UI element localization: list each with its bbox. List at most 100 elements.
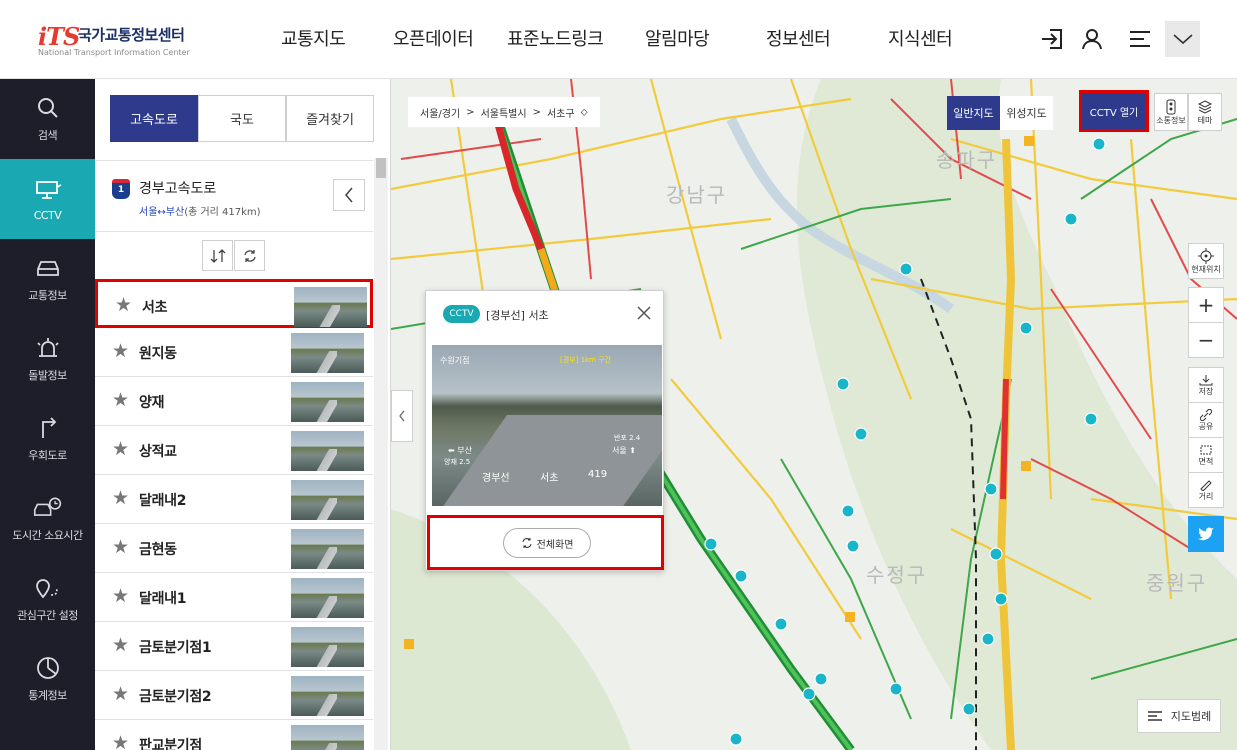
nav-item-cctv[interactable]: CCTV [0, 159, 95, 239]
save-button[interactable]: 저장 [1188, 367, 1224, 403]
tab-national-road[interactable]: 국도 [198, 95, 286, 142]
save-label: 저장 [1198, 386, 1214, 396]
map-type-toggle: 일반지도 위성지도 [947, 96, 1053, 130]
car-icon [33, 255, 63, 281]
star-icon[interactable]: ★ [112, 341, 129, 361]
cctv-popup: CCTV [경부선] 서초 수원기점 [경부] 1km 구간 ⬅ 부산 양재 2… [425, 290, 664, 571]
gnb-item-node-link[interactable]: 표준노드링크 [507, 25, 604, 51]
refresh-button[interactable] [234, 240, 265, 271]
nav-item-detour[interactable]: 우회도로 [0, 399, 95, 479]
cctv-open-button[interactable]: CCTV 열기 [1079, 90, 1149, 132]
star-icon[interactable]: ★ [112, 733, 129, 750]
list-item[interactable]: ★ 금현동 [95, 524, 373, 573]
chevron-left-icon [399, 410, 405, 422]
current-location-button[interactable]: 현재위치 [1188, 243, 1224, 279]
cctv-thumbnail [294, 287, 367, 327]
header: iTS 국가교통정보센터 National Transport Informat… [0, 0, 1237, 79]
video-osd: 반포 2.4 [614, 434, 641, 442]
distance-label: 거리 [1198, 491, 1214, 501]
star-icon[interactable]: ★ [115, 295, 132, 315]
nav-label: 통계정보 [28, 689, 67, 702]
tab-expressway[interactable]: 고속도로 [110, 95, 198, 142]
chevron-down-icon[interactable] [1165, 21, 1200, 57]
road-distance: (총 거리 417km) [184, 207, 261, 218]
nav-item-statistics[interactable]: 통계정보 [0, 639, 95, 719]
breadcrumb-item[interactable]: 서울특별시 [481, 105, 527, 120]
list-item[interactable]: ★ 달래내2 [95, 475, 373, 524]
theme-label: 테마 [1197, 115, 1213, 125]
nav-item-interest-route[interactable]: 관심구간 설정 [0, 559, 95, 639]
search-icon [33, 95, 63, 121]
gnb-item-notice[interactable]: 알림마당 [645, 25, 710, 51]
nav-label: 돌발정보 [28, 369, 67, 382]
fullscreen-button[interactable]: 전체화면 [503, 528, 591, 558]
star-icon[interactable]: ★ [112, 390, 129, 410]
list-item[interactable]: ★ 달래내1 [95, 573, 373, 622]
cctv-video[interactable]: 수원기점 [경부] 1km 구간 ⬅ 부산 양재 2.5 반포 2.4 서울 ⬆… [432, 345, 662, 506]
cctv-thumbnail [291, 627, 364, 667]
cctv-icon [33, 177, 63, 203]
gnb-item-traffic-map[interactable]: 교통지도 [281, 25, 346, 51]
nav-item-search[interactable]: 검색 [0, 79, 95, 159]
left-nav: 검색 CCTV 교통정보 돌발정보 우회도로 도시간 소요시간 관심구간 설정 … [0, 79, 95, 750]
cctv-name: 달래내1 [139, 591, 187, 607]
back-button[interactable] [333, 179, 365, 211]
nav-item-travel-time[interactable]: 도시간 소요시간 [0, 479, 95, 559]
share-label: 공유 [1198, 421, 1214, 431]
district-label: 송파구 [936, 148, 998, 172]
list-item[interactable]: ★ 금토분기점1 [95, 622, 373, 671]
nav-item-incident[interactable]: 돌발정보 [0, 319, 95, 399]
list-item[interactable]: ★ 서초 [95, 279, 373, 328]
nav-label: 교통정보 [28, 289, 67, 302]
link-icon [1199, 408, 1213, 421]
theme-button[interactable]: 테마 [1188, 93, 1222, 131]
selected-road: 1 경부고속도로 서울↔부산(총 거리 417km) [95, 160, 373, 232]
star-icon[interactable]: ★ [112, 488, 129, 508]
star-icon[interactable]: ★ [112, 537, 129, 557]
breadcrumb-item[interactable]: 서울/경기 [420, 105, 460, 120]
menu-icon[interactable] [1123, 22, 1157, 56]
list-scrollbar[interactable] [374, 158, 388, 750]
distance-button[interactable]: 거리 [1188, 472, 1224, 508]
star-icon[interactable]: ★ [112, 439, 129, 459]
panel-collapse-button[interactable] [391, 390, 413, 442]
user-icon[interactable] [1075, 22, 1109, 56]
fullscreen-label: 전체화면 [536, 539, 574, 551]
breadcrumb: 서울/경기 > 서울특별시 > 서초구 ⬦ [408, 97, 600, 127]
caret-icon[interactable]: ⬦ [581, 107, 588, 118]
logo[interactable]: iTS 국가교통정보센터 National Transport Informat… [38, 22, 208, 58]
scrollbar-thumb[interactable] [376, 158, 386, 178]
reverse-direction-button[interactable] [202, 240, 233, 271]
map-type-satellite[interactable]: 위성지도 [1000, 96, 1053, 130]
list-icon [1147, 711, 1162, 721]
list-item[interactable]: ★ 판교분기점 [95, 720, 373, 750]
share-button[interactable]: 공유 [1188, 402, 1224, 438]
car-clock-icon [33, 495, 63, 521]
list-item[interactable]: ★ 양재 [95, 377, 373, 426]
zoom-out-button[interactable]: − [1188, 322, 1224, 358]
area-button[interactable]: 면적 [1188, 437, 1224, 473]
map-type-normal[interactable]: 일반지도 [947, 96, 1000, 130]
nav-item-traffic[interactable]: 교통정보 [0, 239, 95, 319]
breadcrumb-item[interactable]: 서초구 [547, 105, 575, 120]
gnb-item-open-data[interactable]: 오픈데이터 [393, 25, 474, 51]
login-icon[interactable] [1035, 22, 1069, 56]
zoom-in-button[interactable]: + [1188, 287, 1224, 323]
list-item[interactable]: ★ 원지동 [95, 328, 373, 377]
cctv-name: 판교분기점 [139, 738, 202, 750]
twitter-share-button[interactable] [1188, 516, 1224, 552]
star-icon[interactable]: ★ [112, 684, 129, 704]
close-icon[interactable] [634, 303, 654, 323]
tab-favorites[interactable]: 즐겨찾기 [286, 95, 374, 142]
map-legend-button[interactable]: 지도범례 [1137, 699, 1221, 733]
road-tabs: 고속도로 국도 즐겨찾기 [110, 95, 374, 142]
gnb-item-info-center[interactable]: 정보센터 [766, 25, 831, 51]
nav-label: 도시간 소요시간 [12, 529, 83, 542]
list-item[interactable]: ★ 금토분기점2 [95, 671, 373, 720]
traffic-info-button[interactable]: 소통정보 [1154, 93, 1188, 131]
list-item[interactable]: ★ 상적교 [95, 426, 373, 475]
cctv-thumbnail [291, 578, 364, 618]
gnb-item-knowledge[interactable]: 지식센터 [888, 25, 953, 51]
star-icon[interactable]: ★ [112, 635, 129, 655]
star-icon[interactable]: ★ [112, 586, 129, 606]
